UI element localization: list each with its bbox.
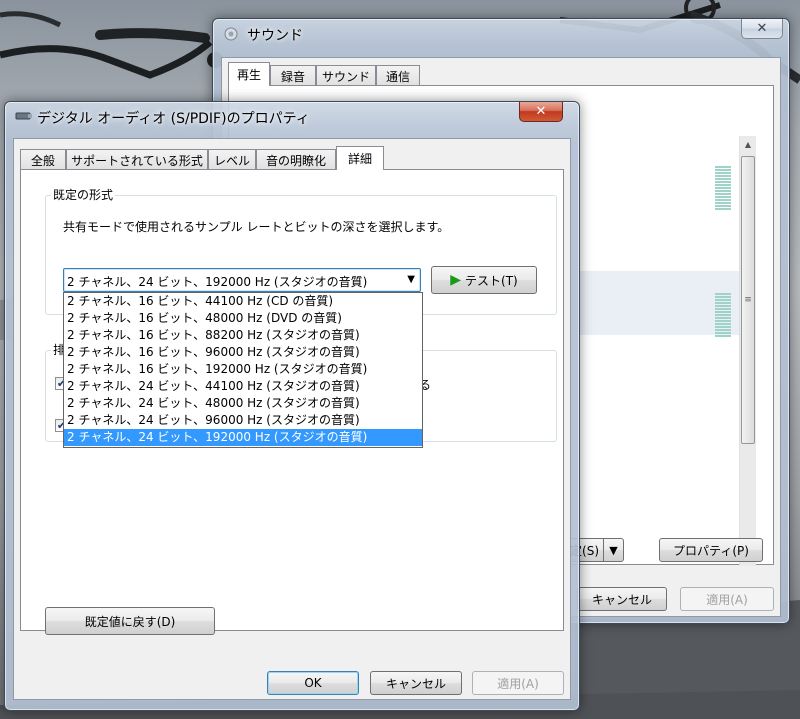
tab-communications[interactable]: 通信 — [376, 65, 420, 86]
properties-button[interactable]: プロパティ(P) — [659, 538, 763, 562]
format-option[interactable]: 2 チャネル、16 ビット、44100 Hz (CD の音質) — [64, 293, 422, 310]
format-option[interactable]: 2 チャネル、24 ビット、96000 Hz (スタジオの音質) — [64, 412, 422, 429]
format-option[interactable]: 2 チャネル、24 ビット、48000 Hz (スタジオの音質) — [64, 395, 422, 412]
format-option[interactable]: 2 チャネル、16 ビット、48000 Hz (DVD の音質) — [64, 310, 422, 327]
level-meter — [715, 293, 731, 338]
cancel-button[interactable]: キャンセル — [370, 671, 462, 695]
restore-defaults-button[interactable]: 既定値に戻す(D) — [45, 607, 215, 635]
format-option-highlighted[interactable]: 2 チャネル、24 ビット、192000 Hz (スタジオの音質) — [64, 429, 422, 446]
default-format-select[interactable]: 2 チャネル、24 ビット、192000 Hz (スタジオの音質) ▼ — [63, 268, 421, 292]
dialog-close-button[interactable]: ✕ — [519, 102, 563, 122]
device-list-scrollbar[interactable]: ▲ ≡ ▼ — [739, 136, 756, 566]
dialog-client: 全般 サポートされている形式 レベル 音の明瞭化 詳細 既定の形式 共有モードで… — [13, 138, 571, 700]
sound-cancel-button[interactable]: キャンセル — [577, 587, 667, 611]
tab-enhancements[interactable]: 音の明瞭化 — [256, 149, 336, 170]
sound-window-title: サウンド — [247, 28, 303, 44]
scroll-up-button[interactable]: ▲ — [740, 136, 756, 152]
device-list — [579, 136, 747, 566]
close-icon: ✕ — [756, 21, 768, 36]
sound-window-titlebar[interactable]: サウンド ✕ — [213, 19, 789, 49]
format-option[interactable]: 2 チャネル、24 ビット、44100 Hz (スタジオの音質) — [64, 378, 422, 395]
sound-close-button[interactable]: ✕ — [741, 19, 783, 39]
advanced-panel: 既定の形式 共有モードで使用されるサンプル レートとビットの深さを選択します。 … — [20, 169, 564, 635]
tab-levels[interactable]: レベル — [208, 149, 256, 170]
format-option[interactable]: 2 チャネル、16 ビット、88200 Hz (スタジオの音質) — [64, 327, 422, 344]
speaker-icon — [15, 110, 32, 124]
level-meter — [715, 166, 731, 211]
test-button[interactable]: ▶ テスト(T) — [431, 266, 537, 294]
sound-apply-button[interactable]: 適用(A) — [680, 587, 774, 611]
play-icon: ▶ — [450, 272, 462, 288]
tab-sounds[interactable]: サウンド — [316, 65, 376, 86]
dialog-title: デジタル オーディオ (S/PDIF)のプロパティ — [37, 111, 310, 127]
tab-general[interactable]: 全般 — [20, 149, 66, 170]
apply-button[interactable]: 適用(A) — [472, 671, 564, 695]
close-icon: ✕ — [535, 104, 547, 119]
chevron-down-icon: ▼ — [407, 274, 415, 285]
tab-playback[interactable]: 再生 — [228, 62, 270, 86]
speaker-icon — [223, 27, 239, 41]
tab-supported-formats[interactable]: サポートされている形式 — [66, 149, 208, 170]
format-option[interactable]: 2 チャネル、16 ビット、96000 Hz (スタジオの音質) — [64, 344, 422, 361]
default-format-dropdown-list[interactable]: 2 チャネル、16 ビット、44100 Hz (CD の音質) 2 チャネル、1… — [63, 292, 423, 448]
dialog-titlebar[interactable]: デジタル オーディオ (S/PDIF)のプロパティ ✕ — [5, 102, 579, 132]
tab-advanced[interactable]: 詳細 — [336, 146, 384, 170]
default-format-selected-value: 2 チャネル、24 ビット、192000 Hz (スタジオの音質) — [67, 275, 368, 289]
ok-button[interactable]: OK — [267, 671, 359, 695]
tab-recording[interactable]: 録音 — [270, 65, 316, 86]
default-format-description: 共有モードで使用されるサンプル レートとビットの深さを選択します。 — [63, 220, 450, 234]
default-format-group-label: 既定の形式 — [51, 186, 116, 203]
scroll-thumb[interactable]: ≡ — [741, 156, 755, 444]
chevron-up-icon: ▲ — [744, 139, 752, 149]
chevron-down-icon[interactable]: ▼ — [603, 539, 623, 561]
spdif-properties-dialog: デジタル オーディオ (S/PDIF)のプロパティ ✕ 全般 サポートされている… — [4, 101, 580, 711]
format-option[interactable]: 2 チャネル、16 ビット、192000 Hz (スタジオの音質) — [64, 361, 422, 378]
